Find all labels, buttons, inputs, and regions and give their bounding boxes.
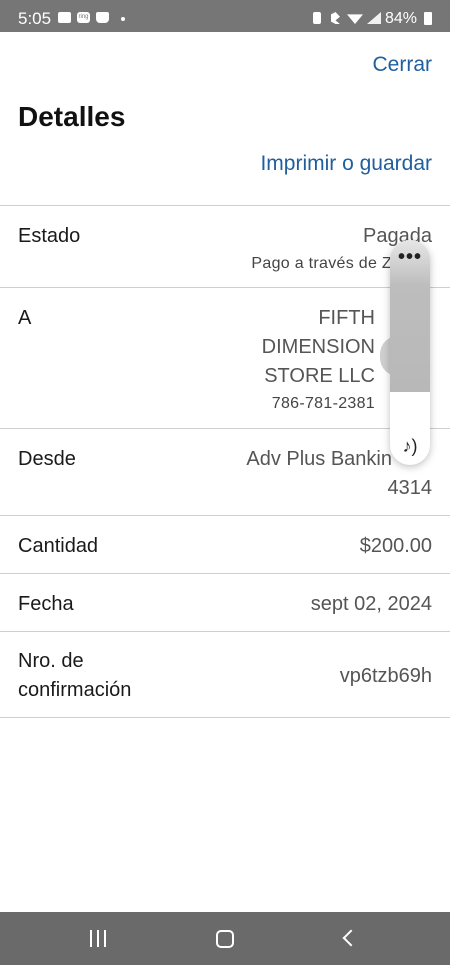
status-sub: Pago a través de Z bbox=[251, 255, 392, 272]
battery-percent: 84% bbox=[385, 10, 418, 27]
date-value: sept 02, 2024 bbox=[310, 593, 432, 615]
divider bbox=[0, 287, 450, 288]
music-note-icon[interactable]: ♪) bbox=[398, 436, 422, 456]
status-time: 5:05 bbox=[18, 9, 52, 28]
confirmation-value: vp6tzb69h bbox=[339, 665, 432, 687]
to-name-line: STORE LLC bbox=[264, 365, 375, 387]
to-name-line: FIFTH bbox=[318, 307, 375, 329]
divider bbox=[0, 631, 450, 632]
mail-icon bbox=[58, 12, 71, 23]
recent-apps-icon[interactable] bbox=[90, 930, 108, 948]
more-options-icon[interactable]: ••• bbox=[390, 246, 430, 269]
wifi-icon bbox=[347, 14, 363, 24]
floating-overlay-panel[interactable]: ••• ♪) bbox=[390, 240, 430, 465]
shopping-bag-icon bbox=[96, 12, 109, 23]
divider bbox=[0, 428, 450, 429]
navigation-bar bbox=[0, 912, 450, 965]
divider bbox=[0, 205, 450, 206]
to-label: A bbox=[18, 307, 32, 329]
confirmation-label: confirmación bbox=[18, 679, 132, 701]
page-title: Detalles bbox=[18, 101, 126, 132]
divider bbox=[0, 515, 450, 516]
signal-icon bbox=[367, 12, 381, 24]
amount-value: $200.00 bbox=[359, 535, 432, 557]
divider bbox=[0, 717, 450, 718]
status-label: Estado bbox=[18, 225, 81, 247]
amount-label: Cantidad bbox=[18, 535, 99, 557]
to-phone: 786-781-2381 bbox=[271, 395, 375, 412]
home-icon[interactable] bbox=[216, 930, 234, 948]
dot-icon bbox=[121, 17, 125, 21]
confirmation-label: Nro. de bbox=[18, 650, 84, 672]
close-button[interactable]: Cerrar bbox=[372, 53, 432, 77]
from-account-suffix: 4314 bbox=[387, 477, 433, 499]
from-label: Desde bbox=[18, 448, 76, 470]
battery-icon bbox=[424, 12, 432, 25]
date-label: Fecha bbox=[18, 593, 74, 615]
to-name-line: DIMENSION bbox=[261, 336, 375, 358]
vibrate-icon bbox=[313, 12, 321, 24]
from-account: Adv Plus Bankin bbox=[246, 448, 392, 470]
print-or-save-button[interactable]: Imprimir o guardar bbox=[260, 152, 432, 176]
back-icon[interactable] bbox=[342, 929, 360, 947]
bluetooth-icon bbox=[331, 12, 340, 24]
divider bbox=[0, 573, 450, 574]
ring-icon: ring bbox=[77, 12, 90, 23]
status-bar: 5:05 ring 84% bbox=[0, 0, 450, 32]
